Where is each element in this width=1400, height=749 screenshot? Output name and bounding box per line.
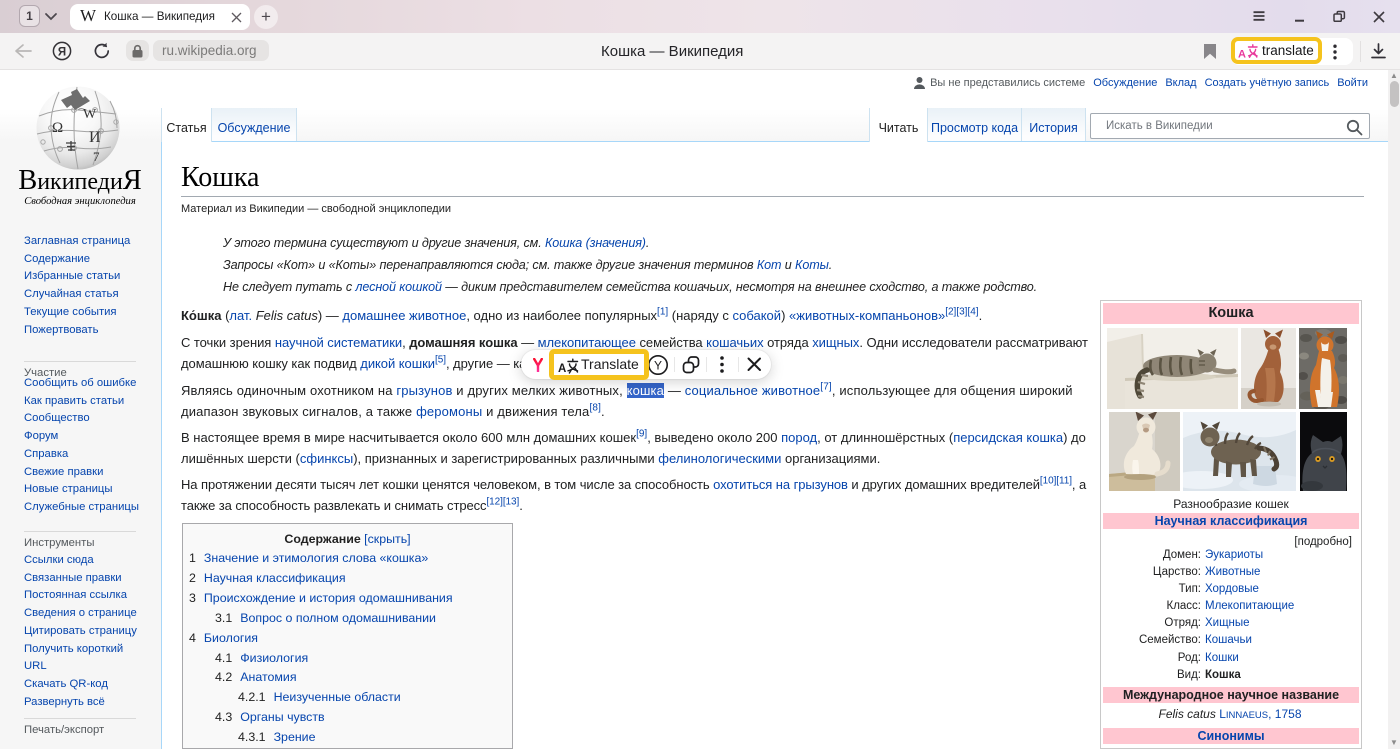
svg-text:W: W [83,107,97,122]
svg-text:7: 7 [93,149,100,164]
svg-text:Y: Y [654,359,662,373]
svg-text:A: A [558,363,566,374]
svg-text:И: И [89,129,101,146]
svg-text:A: A [1238,49,1246,60]
svg-text:Я: Я [58,46,66,58]
svg-text:Ω: Ω [52,120,63,136]
